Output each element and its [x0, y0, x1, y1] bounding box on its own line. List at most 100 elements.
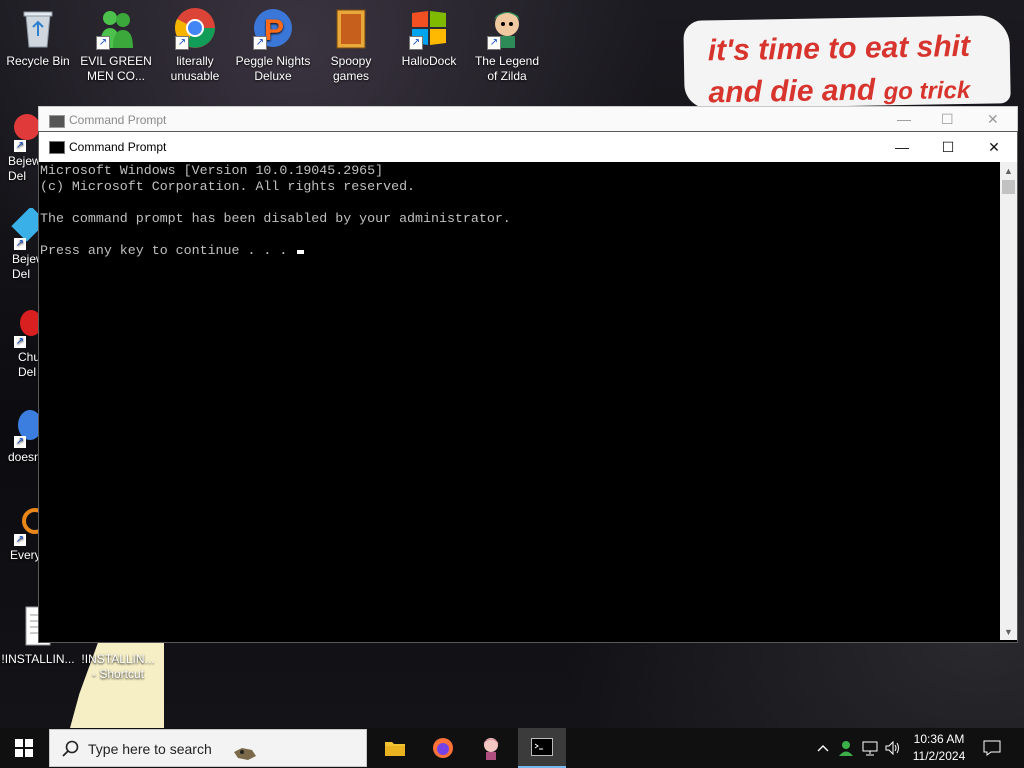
icon-label: Recycle Bin — [6, 54, 70, 68]
tray-user-app[interactable] — [836, 728, 856, 768]
taskbar: Type here to search 10:36 AM 11/2/2024 — [0, 728, 1024, 768]
close-button[interactable]: ✕ — [971, 132, 1017, 162]
spoopy-games-icon — [329, 6, 373, 50]
meme-line-1: it's time to eat shit — [707, 29, 971, 68]
close-button[interactable]: ✕ — [987, 111, 999, 128]
shortcut-arrow-icon: ↗ — [14, 238, 26, 250]
console-output[interactable]: Microsoft Windows [Version 10.0.19045.29… — [39, 162, 1000, 641]
tray-network[interactable] — [860, 728, 880, 768]
desktop-icon-bejeweled-1[interactable]: ↗ Bejew Del — [0, 110, 40, 184]
search-box[interactable]: Type here to search — [49, 729, 367, 767]
taskbar-file-explorer[interactable] — [371, 728, 419, 768]
search-app-icon: ↗ — [0, 504, 40, 548]
icon-label: EVIL GREEN MEN CO... — [80, 54, 152, 83]
minimize-button[interactable]: — — [879, 132, 925, 162]
shortcut-arrow-icon: ↗ — [14, 140, 26, 152]
folder-icon — [385, 742, 405, 756]
desktop-icon-everything[interactable]: ↗ Every — [0, 504, 40, 563]
taskbar-command-prompt[interactable] — [518, 728, 566, 768]
maximize-button[interactable]: ☐ — [925, 132, 971, 162]
icon-label: Every — [10, 548, 40, 562]
meme-line-2: and die and go trick — [708, 73, 971, 110]
chevron-up-icon — [817, 745, 829, 752]
shortcut-arrow-icon: ↗ — [409, 36, 423, 50]
console-line: (c) Microsoft Corporation. All rights re… — [40, 179, 416, 194]
icon-label: !INSTALLIN... — [1, 652, 75, 666]
icon-label: The Legend of Zilda — [474, 54, 540, 83]
scroll-down-arrow-icon[interactable]: ▼ — [1000, 623, 1017, 640]
search-icon — [62, 740, 79, 757]
app-icon: ↗ — [0, 406, 40, 450]
clock-time: 10:36 AM — [913, 732, 965, 746]
cmd-icon — [49, 141, 65, 154]
window-title: Command Prompt — [69, 140, 167, 154]
desktop-icon-doesnt[interactable]: ↗ doesn — [0, 406, 40, 465]
hallodock-icon: ↗ — [407, 6, 451, 50]
svg-text:P: P — [264, 14, 284, 47]
icon-label: !INSTALLIN... - Shortcut — [81, 652, 155, 681]
clock-date: 11/2/2024 — [912, 749, 966, 763]
desktop-icon-chrome[interactable]: ↗ literally unusable — [157, 6, 233, 84]
clock[interactable]: 10:36 AM 11/2/2024 — [904, 731, 974, 765]
desktop-icon-recycle-bin[interactable]: Recycle Bin — [0, 6, 76, 69]
peggle-icon: P ↗ — [251, 6, 295, 50]
console-prompt-line: Press any key to continue . . . — [40, 243, 1000, 259]
recycle-bin-icon — [16, 6, 60, 50]
command-prompt-window[interactable]: Command Prompt — ☐ ✕ Microsoft Windows [… — [38, 131, 1018, 643]
chrome-icon: ↗ — [173, 6, 217, 50]
vertical-scrollbar[interactable]: ▲ ▼ — [1000, 162, 1017, 640]
meme-image: it's time to eat shit and die and go tri… — [683, 15, 1011, 110]
icon-label: Bejew Del — [12, 252, 40, 281]
cmd-icon — [531, 738, 553, 756]
user-app-icon — [839, 741, 853, 756]
bejeweled-icon: ↗ — [0, 110, 40, 154]
icon-label: Spoopy games — [330, 54, 372, 83]
notifications-button[interactable] — [978, 728, 1006, 768]
start-button[interactable] — [0, 728, 48, 768]
title-bar[interactable]: Command Prompt — ☐ ✕ — [39, 132, 1017, 162]
zelda-icon: ↗ — [485, 6, 529, 50]
desktop-icon-spoopy-games[interactable]: Spoopy games — [313, 6, 389, 84]
icon-label: HalloDock — [401, 54, 457, 68]
character-app-icon — [483, 738, 499, 760]
icon-label: Peggle Nights Deluxe — [235, 54, 311, 83]
taskbar-app-character[interactable] — [467, 728, 515, 768]
maximize-button[interactable]: ☐ — [941, 111, 954, 128]
minimize-button[interactable]: — — [897, 111, 911, 127]
windows-logo-icon — [15, 739, 33, 757]
icon-label: doesn — [8, 450, 40, 464]
shortcut-arrow-icon: ↗ — [253, 36, 267, 50]
icon-label: Chu Del — [18, 350, 40, 379]
desktop-icon-bejeweled-2[interactable]: ↗ Bejew Del — [0, 208, 40, 282]
cmd-icon — [49, 115, 65, 128]
shortcut-arrow-icon: ↗ — [14, 336, 26, 348]
search-highlight-icon — [234, 748, 256, 760]
icon-label: literally unusable — [170, 54, 220, 83]
firefox-icon — [433, 738, 453, 758]
chuzzle-icon: ↗ — [0, 306, 40, 350]
desktop-icon-peggle[interactable]: P ↗ Peggle Nights Deluxe — [235, 6, 311, 84]
desktop-icon-zelda[interactable]: ↗ The Legend of Zilda — [469, 6, 545, 84]
bejeweled-icon: ↗ — [0, 208, 40, 252]
shortcut-arrow-icon: ↗ — [96, 36, 110, 50]
console-line: Microsoft Windows [Version 10.0.19045.29… — [40, 163, 384, 178]
show-hidden-icons-button[interactable] — [814, 728, 832, 768]
shortcut-arrow-icon: ↗ — [487, 36, 501, 50]
taskbar-firefox[interactable] — [419, 728, 467, 768]
console-line: The command prompt has been disabled by … — [40, 211, 511, 226]
shortcut-arrow-icon: ↗ — [14, 534, 26, 546]
speaker-icon — [885, 740, 899, 756]
shortcut-arrow-icon: ↗ — [175, 36, 189, 50]
tray-volume[interactable] — [883, 728, 903, 768]
scrollbar-thumb[interactable] — [1002, 180, 1015, 194]
shortcut-arrow-icon: ↗ — [14, 436, 26, 448]
text-cursor — [297, 250, 305, 254]
network-icon — [862, 741, 878, 756]
scroll-up-arrow-icon[interactable]: ▲ — [1000, 162, 1017, 179]
desktop-icon-chuzzle[interactable]: ↗ Chu Del — [0, 306, 40, 380]
desktop-icon-evil-green-men[interactable]: ↗ EVIL GREEN MEN CO... — [78, 6, 154, 84]
evil-green-men-icon: ↗ — [94, 6, 138, 50]
desktop-icon-hallodock[interactable]: ↗ HalloDock — [391, 6, 467, 69]
